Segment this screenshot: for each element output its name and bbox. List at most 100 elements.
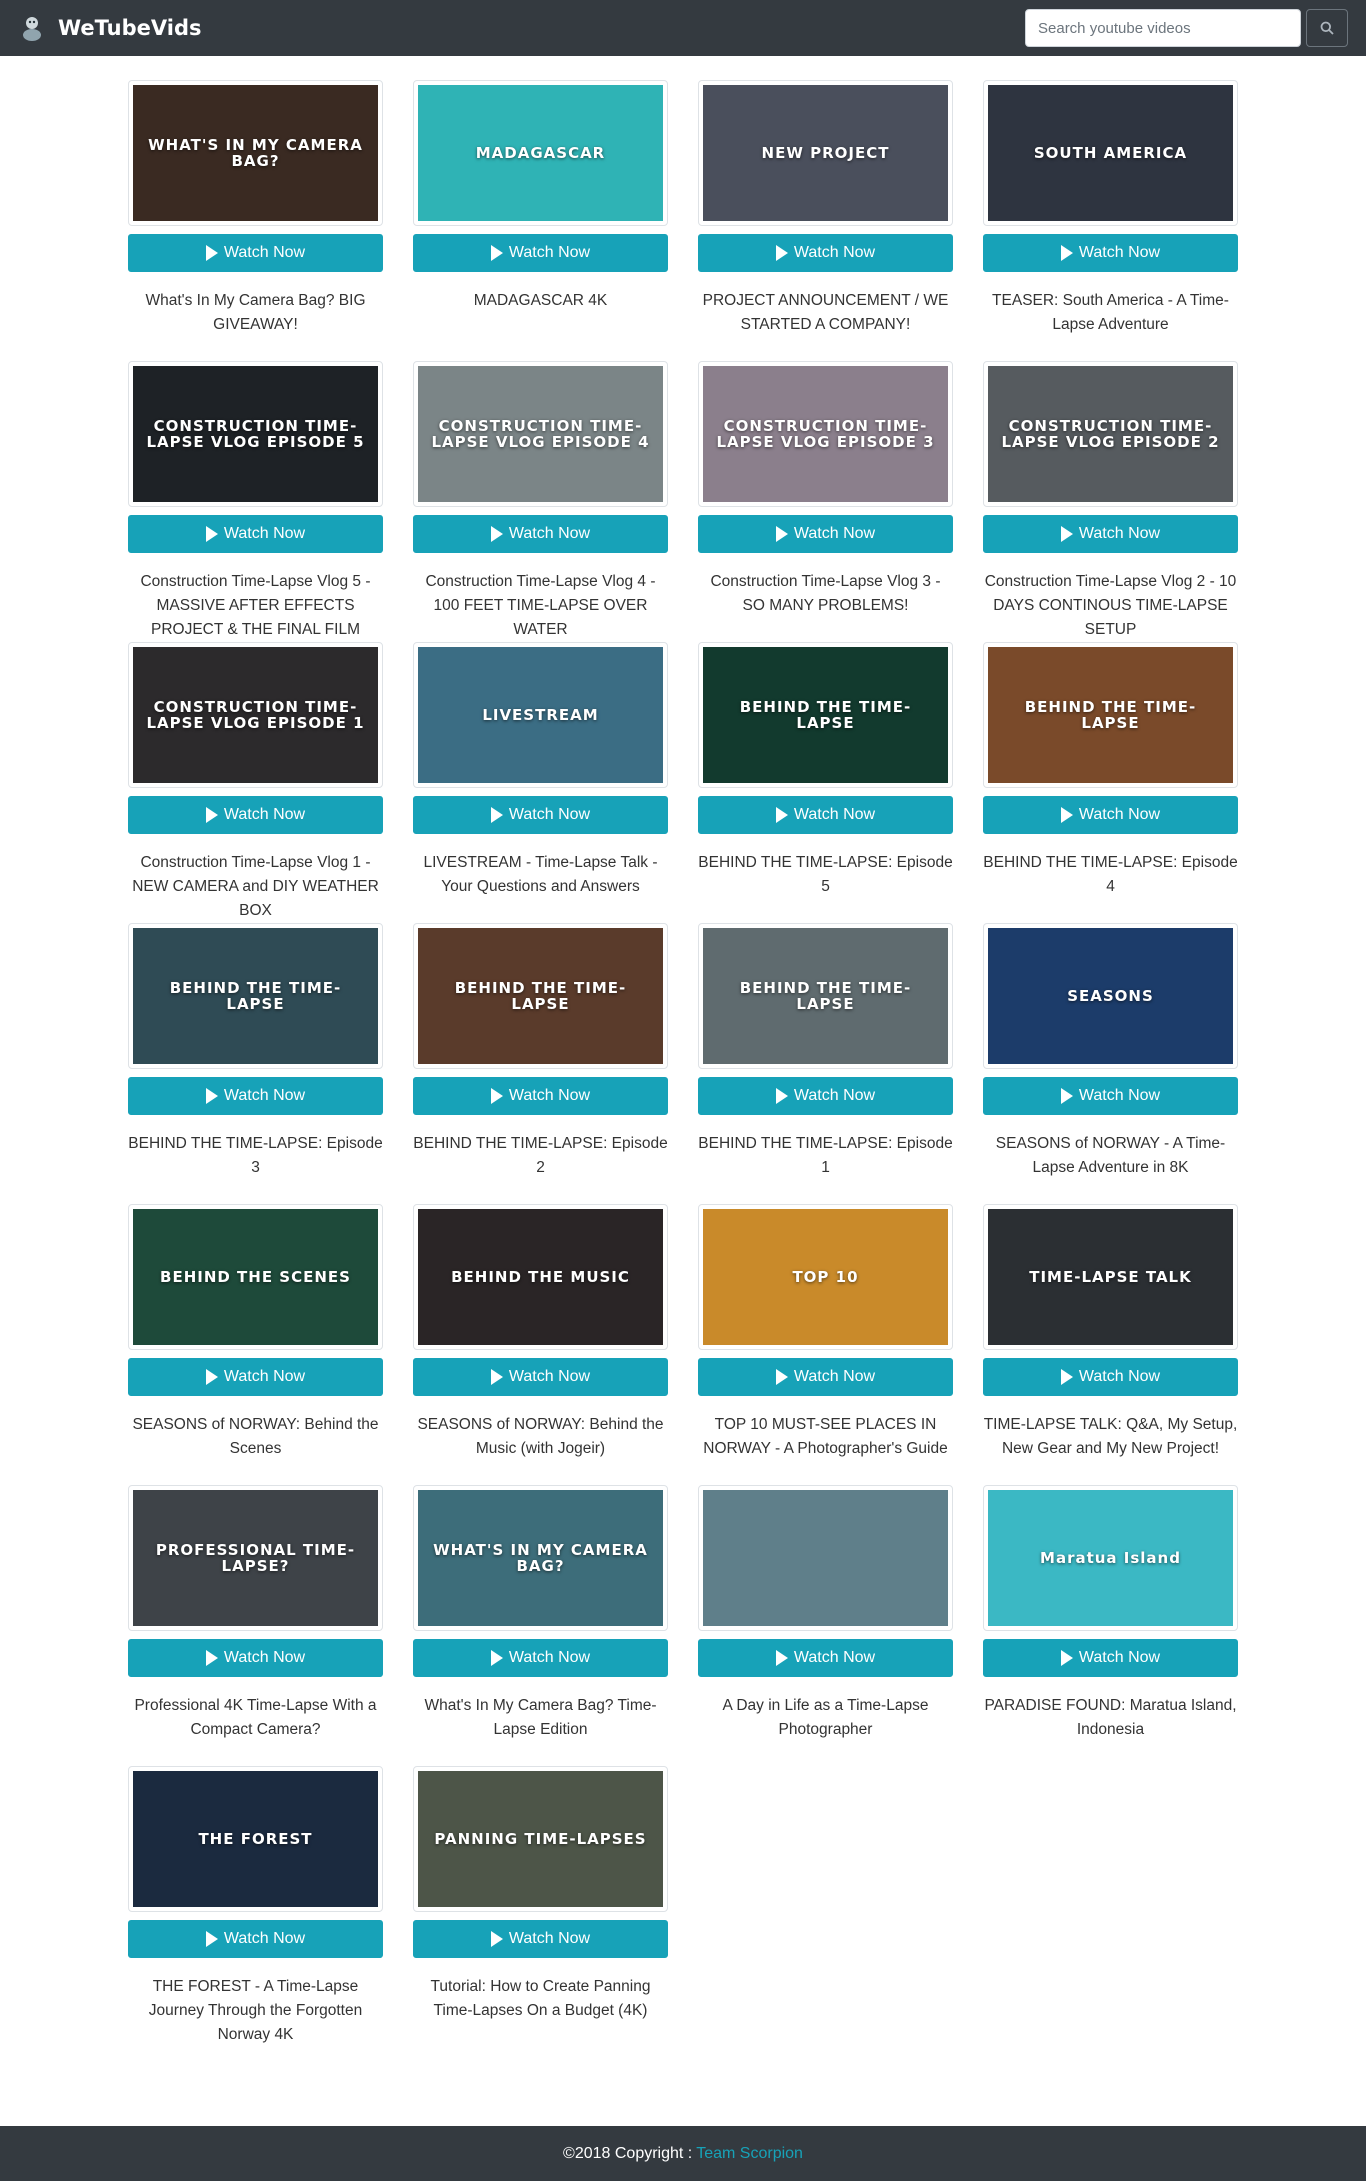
video-thumbnail[interactable]: PROFESSIONAL TIME-LAPSE? [133, 1490, 378, 1626]
video-thumbnail[interactable]: WHAT'S IN MY CAMERA BAG? [418, 1490, 663, 1626]
video-thumbnail-frame[interactable]: SOUTH AMERICA [983, 80, 1238, 226]
watch-now-button[interactable]: Watch Now [128, 1639, 383, 1677]
video-thumbnail[interactable]: SEASONS [988, 928, 1233, 1064]
watch-now-button[interactable]: Watch Now [128, 515, 383, 553]
video-title: Construction Time-Lapse Vlog 3 - SO MANY… [710, 573, 941, 614]
video-thumbnail[interactable]: TOP 10 [703, 1209, 948, 1345]
video-thumbnail[interactable]: THE FOREST [133, 1771, 378, 1907]
video-thumbnail-frame[interactable]: BEHIND THE SCENES [128, 1204, 383, 1350]
video-thumbnail-frame[interactable]: WHAT'S IN MY CAMERA BAG? [128, 80, 383, 226]
watch-now-label: Watch Now [508, 1368, 591, 1385]
video-thumbnail[interactable]: SOUTH AMERICA [988, 85, 1233, 221]
video-thumbnail-frame[interactable] [698, 1485, 953, 1631]
watch-now-button[interactable]: Watch Now [128, 1920, 383, 1958]
video-thumbnail-frame[interactable]: Maratua Island [983, 1485, 1238, 1631]
watch-now-button[interactable]: Watch Now [128, 796, 383, 834]
thumbnail-caption: Maratua Island [1040, 1548, 1181, 1567]
video-card: BEHIND THE TIME-LAPSE Watch Now BEHIND THE… [413, 923, 668, 1204]
video-thumbnail[interactable]: CONSTRUCTION TIME-LAPSE VLOG EPISODE 3 [703, 366, 948, 502]
watch-now-button[interactable]: Watch Now [983, 234, 1238, 272]
play-icon [775, 1650, 788, 1666]
video-thumbnail-frame[interactable]: BEHIND THE TIME-LAPSE [698, 642, 953, 788]
video-thumbnail[interactable]: CONSTRUCTION TIME-LAPSE VLOG EPISODE 1 [133, 647, 378, 783]
watch-now-button[interactable]: Watch Now [413, 1077, 668, 1115]
video-thumbnail-frame[interactable]: CONSTRUCTION TIME-LAPSE VLOG EPISODE 5 [128, 361, 383, 507]
video-thumbnail[interactable]: BEHIND THE TIME-LAPSE [133, 928, 378, 1064]
video-thumbnail-frame[interactable]: BEHIND THE TIME-LAPSE [128, 923, 383, 1069]
watch-now-label: Watch Now [508, 244, 591, 261]
watch-now-button[interactable]: Watch Now [413, 1920, 668, 1958]
video-thumbnail[interactable]: PANNING TIME-LAPSES [418, 1771, 663, 1907]
watch-now-button[interactable]: Watch Now [128, 1077, 383, 1115]
video-thumbnail-frame[interactable]: CONSTRUCTION TIME-LAPSE VLOG EPISODE 2 [983, 361, 1238, 507]
watch-now-button[interactable]: Watch Now [413, 1639, 668, 1677]
watch-now-button[interactable]: Watch Now [413, 796, 668, 834]
video-thumbnail-frame[interactable]: BEHIND THE TIME-LAPSE [983, 642, 1238, 788]
video-thumbnail[interactable]: NEW PROJECT [703, 85, 948, 221]
watch-now-button[interactable]: Watch Now [698, 515, 953, 553]
video-card: CONSTRUCTION TIME-LAPSE VLOG EPISODE 2 Wa… [983, 361, 1238, 642]
video-thumbnail-frame[interactable]: WHAT'S IN MY CAMERA BAG? [413, 1485, 668, 1631]
watch-now-button[interactable]: Watch Now [983, 1077, 1238, 1115]
play-icon [490, 1931, 503, 1947]
video-title: Construction Time-Lapse Vlog 2 - 10 DAYS… [984, 573, 1237, 638]
watch-now-button[interactable]: Watch Now [413, 515, 668, 553]
play-icon [775, 245, 788, 261]
watch-now-button[interactable]: Watch Now [698, 796, 953, 834]
search-button[interactable] [1306, 9, 1348, 47]
video-thumbnail-frame[interactable]: CONSTRUCTION TIME-LAPSE VLOG EPISODE 1 [128, 642, 383, 788]
watch-now-button[interactable]: Watch Now [983, 1639, 1238, 1677]
search-input[interactable] [1025, 9, 1301, 47]
watch-now-button[interactable]: Watch Now [983, 515, 1238, 553]
video-thumbnail-frame[interactable]: PROFESSIONAL TIME-LAPSE? [128, 1485, 383, 1631]
video-thumbnail[interactable]: MADAGASCAR [418, 85, 663, 221]
video-card: TOP 10 Watch Now TOP 10 MUST-SEE PLACES IN… [698, 1204, 953, 1485]
watch-now-button[interactable]: Watch Now [698, 1358, 953, 1396]
video-title: SEASONS of NORWAY - A Time-Lapse Adventu… [995, 1135, 1226, 1176]
video-thumbnail[interactable]: CONSTRUCTION TIME-LAPSE VLOG EPISODE 5 [133, 366, 378, 502]
video-thumbnail-frame[interactable]: CONSTRUCTION TIME-LAPSE VLOG EPISODE 4 [413, 361, 668, 507]
brand[interactable]: WeTubeVids [18, 14, 202, 42]
video-thumbnail-frame[interactable]: THE FOREST [128, 1766, 383, 1912]
video-thumbnail[interactable]: BEHIND THE SCENES [133, 1209, 378, 1345]
video-thumbnail-frame[interactable]: NEW PROJECT [698, 80, 953, 226]
play-icon [205, 1931, 218, 1947]
watch-now-button[interactable]: Watch Now [698, 234, 953, 272]
footer-team-link[interactable]: Team Scorpion [696, 2145, 803, 2163]
watch-now-button[interactable]: Watch Now [128, 1358, 383, 1396]
video-card: CONSTRUCTION TIME-LAPSE VLOG EPISODE 5 Wa… [128, 361, 383, 642]
video-thumbnail-frame[interactable]: BEHIND THE TIME-LAPSE [413, 923, 668, 1069]
play-icon [775, 1088, 788, 1104]
video-thumbnail[interactable] [703, 1490, 948, 1626]
video-thumbnail-frame[interactable]: PANNING TIME-LAPSES [413, 1766, 668, 1912]
watch-now-button[interactable]: Watch Now [128, 234, 383, 272]
video-thumbnail[interactable]: WHAT'S IN MY CAMERA BAG? [133, 85, 378, 221]
video-thumbnail-frame[interactable]: MADAGASCAR [413, 80, 668, 226]
navbar: WeTubeVids [0, 0, 1366, 56]
video-thumbnail-frame[interactable]: SEASONS [983, 923, 1238, 1069]
video-thumbnail-frame[interactable]: CONSTRUCTION TIME-LAPSE VLOG EPISODE 3 [698, 361, 953, 507]
video-thumbnail[interactable]: BEHIND THE TIME-LAPSE [703, 647, 948, 783]
watch-now-button[interactable]: Watch Now [413, 234, 668, 272]
video-thumbnail-frame[interactable]: BEHIND THE MUSIC [413, 1204, 668, 1350]
video-thumbnail[interactable]: BEHIND THE TIME-LAPSE [418, 928, 663, 1064]
video-thumbnail[interactable]: BEHIND THE TIME-LAPSE [703, 928, 948, 1064]
watch-now-button[interactable]: Watch Now [983, 1358, 1238, 1396]
video-title: What's In My Camera Bag? Time-Lapse Edit… [424, 1697, 657, 1738]
video-thumbnail-frame[interactable]: TOP 10 [698, 1204, 953, 1350]
video-thumbnail[interactable]: TIME-LAPSE TALK [988, 1209, 1233, 1345]
video-thumbnail-frame[interactable]: LIVESTREAM [413, 642, 668, 788]
video-thumbnail-frame[interactable]: BEHIND THE TIME-LAPSE [698, 923, 953, 1069]
video-thumbnail[interactable]: LIVESTREAM [418, 647, 663, 783]
video-thumbnail-frame[interactable]: TIME-LAPSE TALK [983, 1204, 1238, 1350]
watch-now-button[interactable]: Watch Now [983, 796, 1238, 834]
watch-now-button[interactable]: Watch Now [413, 1358, 668, 1396]
watch-now-label: Watch Now [223, 1930, 306, 1947]
watch-now-button[interactable]: Watch Now [698, 1077, 953, 1115]
video-thumbnail[interactable]: BEHIND THE TIME-LAPSE [988, 647, 1233, 783]
video-thumbnail[interactable]: CONSTRUCTION TIME-LAPSE VLOG EPISODE 4 [418, 366, 663, 502]
video-thumbnail[interactable]: BEHIND THE MUSIC [418, 1209, 663, 1345]
video-thumbnail[interactable]: CONSTRUCTION TIME-LAPSE VLOG EPISODE 2 [988, 366, 1233, 502]
video-thumbnail[interactable]: Maratua Island [988, 1490, 1233, 1626]
watch-now-button[interactable]: Watch Now [698, 1639, 953, 1677]
